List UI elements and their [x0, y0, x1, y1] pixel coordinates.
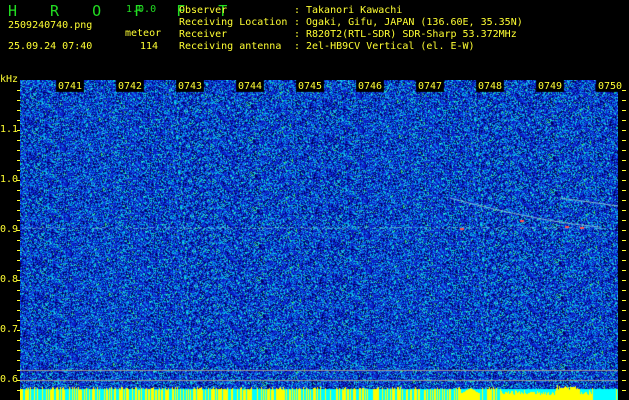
y-tick	[17, 170, 20, 171]
y-tick-right	[622, 130, 626, 131]
y-tick-label: 1.1	[0, 124, 19, 135]
y-tick	[17, 220, 20, 221]
y-tick	[17, 290, 20, 291]
y-tick-right	[622, 250, 626, 251]
y-tick-right	[622, 380, 626, 381]
detection-label: meteor	[125, 28, 162, 39]
meteor-count: 114	[140, 41, 159, 52]
y-tick-right	[622, 340, 626, 341]
y-tick-label: 0.7	[0, 324, 19, 335]
x-tick-label: 0748	[478, 81, 503, 92]
y-tick-right	[622, 140, 626, 141]
y-tick-right	[622, 310, 626, 311]
x-tick-label: 0744	[238, 81, 263, 92]
y-tick-right	[622, 160, 626, 161]
x-tick-label: 0747	[418, 81, 443, 92]
y-tick	[17, 360, 20, 361]
y-unit-label: kHz	[0, 74, 19, 85]
location-label: Receiving Location	[179, 17, 288, 28]
y-tick	[17, 110, 20, 111]
y-tick	[17, 90, 20, 91]
x-tick-label: 0743	[178, 81, 203, 92]
receiver-label: Receiver	[179, 29, 228, 40]
y-tick	[17, 380, 20, 381]
location-value: Ogaki, Gifu, JAPAN (136.60E, 35.35N)	[306, 17, 523, 28]
app-version: 1.0.0	[126, 4, 157, 15]
y-tick	[17, 310, 20, 311]
y-tick	[17, 140, 20, 141]
y-tick	[17, 330, 20, 331]
y-tick	[17, 320, 20, 321]
y-tick-right	[622, 100, 626, 101]
y-tick-label: 0.8	[0, 274, 19, 285]
y-tick-right	[622, 110, 626, 111]
y-tick	[17, 150, 20, 151]
y-tick	[17, 210, 20, 211]
y-tick	[17, 270, 20, 271]
observer-value: Takanori Kawachi	[306, 5, 403, 16]
y-tick-right	[622, 280, 626, 281]
x-tick-label: 0745	[298, 81, 323, 92]
antenna-sep: :	[294, 41, 301, 52]
y-tick-label: 0.9	[0, 224, 19, 235]
y-tick	[17, 130, 20, 131]
y-tick-right	[622, 320, 626, 321]
y-tick-right	[622, 220, 626, 221]
y-tick-right	[622, 260, 626, 261]
y-tick-right	[622, 120, 626, 121]
receiver-value: R820T2(RTL-SDR) SDR-Sharp 53.372MHz	[306, 29, 517, 40]
x-tick-label: 0742	[118, 81, 143, 92]
y-tick	[17, 100, 20, 101]
y-tick-right	[622, 270, 626, 271]
y-tick-right	[622, 90, 626, 91]
y-tick-label: 1.0	[0, 174, 19, 185]
y-tick-right	[622, 200, 626, 201]
y-tick	[17, 390, 20, 391]
y-tick-right	[622, 350, 626, 351]
y-tick-right	[622, 330, 626, 331]
antenna-value: 2el-HB9CV Vertical (el. E-W)	[306, 41, 475, 52]
x-tick-label: 0741	[58, 81, 83, 92]
y-tick	[17, 160, 20, 161]
y-tick-right	[622, 390, 626, 391]
observer-sep: :	[294, 5, 301, 16]
y-tick	[17, 190, 20, 191]
y-tick	[17, 260, 20, 261]
filename: 2509240740.png	[8, 20, 93, 31]
spectrogram	[20, 80, 618, 400]
antenna-label: Receiving antenna	[179, 41, 282, 52]
observer-label: Observer	[179, 5, 228, 16]
y-tick	[17, 370, 20, 371]
y-tick	[17, 350, 20, 351]
y-tick	[17, 240, 20, 241]
y-tick	[17, 340, 20, 341]
y-tick-right	[622, 180, 626, 181]
x-tick-label: 0746	[358, 81, 383, 92]
y-tick	[17, 250, 20, 251]
y-tick	[17, 200, 20, 201]
receiver-sep: :	[294, 29, 301, 40]
x-tick-label: 0750	[598, 81, 623, 92]
location-sep: :	[294, 17, 301, 28]
y-tick-right	[622, 150, 626, 151]
y-tick	[17, 120, 20, 121]
y-tick-right	[622, 240, 626, 241]
y-tick-right	[622, 190, 626, 191]
datetime: 25.09.24 07:40	[8, 41, 93, 52]
y-tick-right	[622, 170, 626, 171]
y-tick	[17, 280, 20, 281]
x-tick-label: 0749	[538, 81, 563, 92]
y-tick-right	[622, 290, 626, 291]
y-tick	[17, 180, 20, 181]
y-tick	[17, 230, 20, 231]
y-tick-right	[622, 230, 626, 231]
y-tick-right	[622, 370, 626, 371]
y-tick	[17, 300, 20, 301]
y-tick-right	[622, 210, 626, 211]
y-tick-label: 0.6	[0, 374, 19, 385]
y-tick-right	[622, 300, 626, 301]
y-tick-right	[622, 360, 626, 361]
